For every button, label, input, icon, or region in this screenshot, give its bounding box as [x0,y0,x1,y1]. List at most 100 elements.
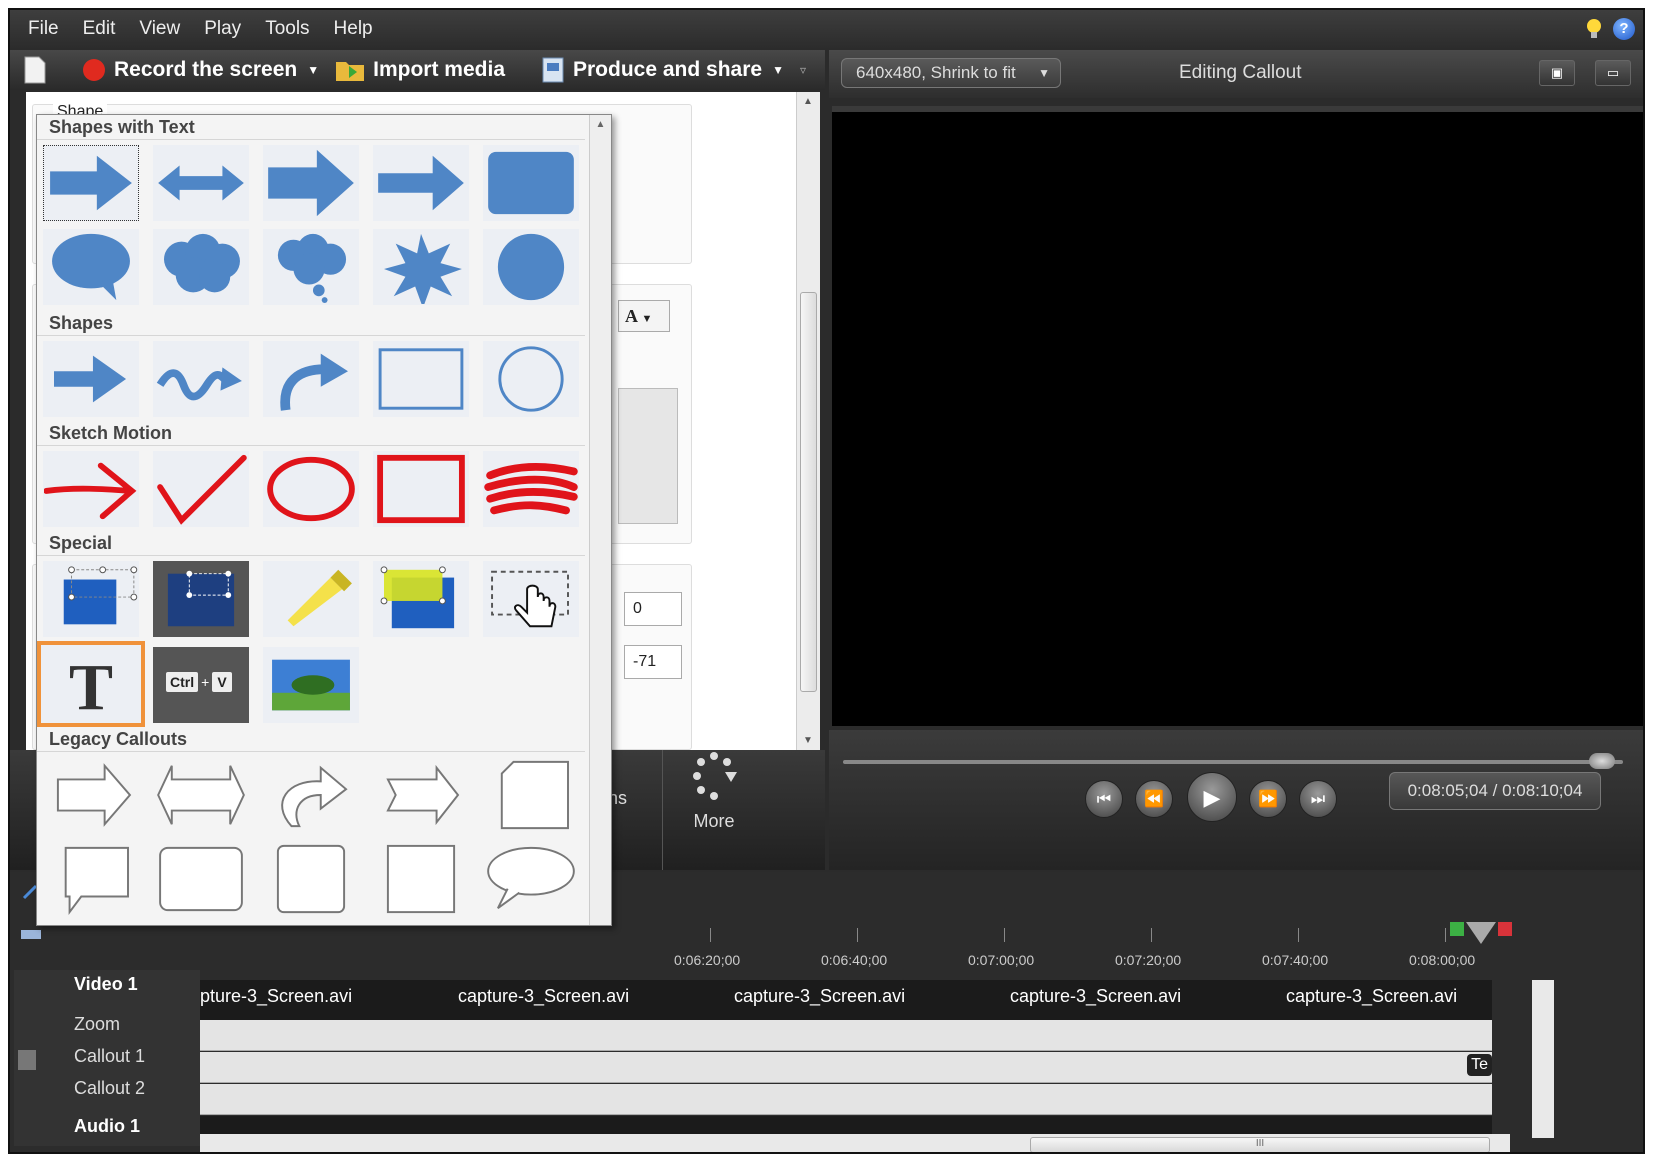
legacy-curved-arrow[interactable] [263,757,359,833]
track-lock-icon[interactable] [18,1050,36,1070]
shape-arrow[interactable] [43,341,139,417]
sketch-checkmark[interactable] [153,451,249,527]
ruler-icon[interactable] [20,926,42,942]
legacy-rounded-rect[interactable] [153,841,249,917]
callout-speech-bubble[interactable] [43,229,139,305]
track-video-1[interactable]: Video 1 [74,974,138,995]
new-project-icon[interactable] [20,55,50,85]
import-label: Import media [373,58,505,81]
special-keystroke[interactable]: Ctrl + V [153,647,249,723]
seek-bar[interactable] [843,753,1623,769]
fast-forward-icon[interactable]: ⏩ [1249,780,1287,818]
shape-curved-arrow[interactable] [263,341,359,417]
seek-knob[interactable] [1589,753,1615,769]
sketch-rectangle[interactable] [373,451,469,527]
scrollbar-thumb[interactable]: III [1030,1137,1490,1152]
callout-arrow-fat[interactable] [263,145,359,221]
legacy-notched-arrow[interactable] [373,757,469,833]
arrow-fat-icon [268,149,354,217]
special-filter[interactable] [373,561,469,637]
callout-clip[interactable]: Te [1467,1054,1492,1076]
special-click-hotspot[interactable] [483,561,579,637]
time-ruler[interactable]: 0:06:20;00 0:06:40;00 0:07:00;00 0:07:20… [630,914,1620,968]
menu-tools[interactable]: Tools [253,18,321,40]
menu-edit[interactable]: Edit [71,18,128,40]
produce-share-button[interactable]: Produce and share ▼ [533,57,792,83]
skip-to-end-icon[interactable]: ⏭ [1299,780,1337,818]
legacy-speech-rect[interactable] [43,841,139,917]
legacy-square[interactable] [373,841,469,917]
menu-play[interactable]: Play [192,18,253,40]
callout-burst[interactable] [373,229,469,308]
timeline-horizontal-scrollbar[interactable]: III [200,1134,1510,1152]
clip-label[interactable]: capture-3_Screen.avi [1286,986,1457,1007]
fullscreen-icon[interactable]: ▣ [1539,60,1575,86]
clip-label[interactable]: capture-3_Screen.avi [734,986,905,1007]
out-marker[interactable] [1498,922,1512,936]
import-media-button[interactable]: Import media [327,58,513,82]
clip-label[interactable]: capture-3_Screen.avi [458,986,629,1007]
special-blur[interactable] [43,561,139,637]
shape-squiggle-arrow[interactable] [153,341,249,417]
track-callout-2[interactable]: Callout 2 [74,1078,145,1099]
menu-view[interactable]: View [127,18,192,40]
help-icon[interactable]: ? [1613,18,1635,40]
canvas-size-dropdown[interactable]: 640x480, Shrink to fit ▼ [841,58,1061,88]
callout-circle[interactable] [483,229,579,305]
callout-arrow-right[interactable] [43,145,139,221]
rewind-icon[interactable]: ⏪ [1135,780,1173,818]
special-image[interactable] [263,647,359,723]
clip-label[interactable]: pture-3_Screen.avi [200,986,352,1007]
special-text[interactable]: T [37,641,145,727]
shape-ellipse[interactable] [483,341,579,417]
clip-label[interactable]: capture-3_Screen.avi [1010,986,1181,1007]
legacy-arrow[interactable] [43,757,139,833]
skip-to-start-icon[interactable]: ⏮ [1085,780,1123,818]
record-screen-button[interactable]: Record the screen ▼ [74,58,327,82]
preview-canvas[interactable] [832,106,1643,726]
font-color-dropdown[interactable]: A ▼ [618,300,670,332]
play-icon[interactable]: ▶ [1187,772,1237,822]
in-marker[interactable] [1450,922,1464,936]
callout-cloud[interactable] [153,229,249,305]
track-zoom[interactable]: Zoom [74,1014,120,1035]
special-highlight[interactable] [263,561,359,637]
lightbulb-icon[interactable] [1585,18,1603,40]
sketch-arrow[interactable] [43,451,139,527]
toolbar-overflow-icon[interactable]: ▿ [800,63,806,77]
sketch-scribble[interactable] [483,451,579,527]
more-button[interactable]: More [686,750,742,840]
timeline-vertical-scrollbar[interactable] [1532,980,1554,1138]
x-field[interactable]: 0 [624,592,682,626]
callout-rounded-rect[interactable] [483,145,579,221]
legacy-oval-speech[interactable] [483,841,579,917]
legacy-double-arrow[interactable] [153,757,249,833]
special-spotlight[interactable] [153,561,249,637]
menu-help[interactable]: Help [322,18,385,40]
callout-2-lane[interactable] [200,1084,1492,1115]
audio-lane[interactable] [200,1116,1492,1134]
y-field[interactable]: -71 [624,645,682,679]
callout-arrow-double[interactable] [153,145,249,221]
callout-1-lane[interactable]: Te [200,1052,1492,1083]
callout-arrow-notched[interactable] [373,145,469,221]
playhead[interactable] [1466,922,1496,944]
track-audio-1[interactable]: Audio 1 [74,1116,140,1137]
legacy-square-rounded[interactable] [263,841,359,917]
zoom-lane[interactable] [200,1020,1492,1051]
menu-file[interactable]: File [16,18,71,40]
oval-speech-bubble-icon [487,846,575,909]
detach-preview-icon[interactable]: ▭ [1595,60,1631,86]
shape-rectangle[interactable] [373,341,469,417]
sketch-circle[interactable] [263,451,359,527]
track-callout-1[interactable]: Callout 1 [74,1046,145,1067]
callout-thought[interactable] [263,229,359,305]
gallery-scrollbar[interactable]: ▲ [589,115,611,925]
legacy-note[interactable] [483,757,579,833]
properties-scrollbar[interactable]: ▲ ▼ [796,92,820,750]
video-track-lane[interactable]: pture-3_Screen.avi capture-3_Screen.avi … [200,980,1492,1020]
scrollbar-thumb[interactable] [800,292,817,692]
canvas-size-value: 640x480, Shrink to fit [856,63,1016,82]
checkmark-icon [157,454,247,525]
text-area[interactable] [618,388,678,524]
